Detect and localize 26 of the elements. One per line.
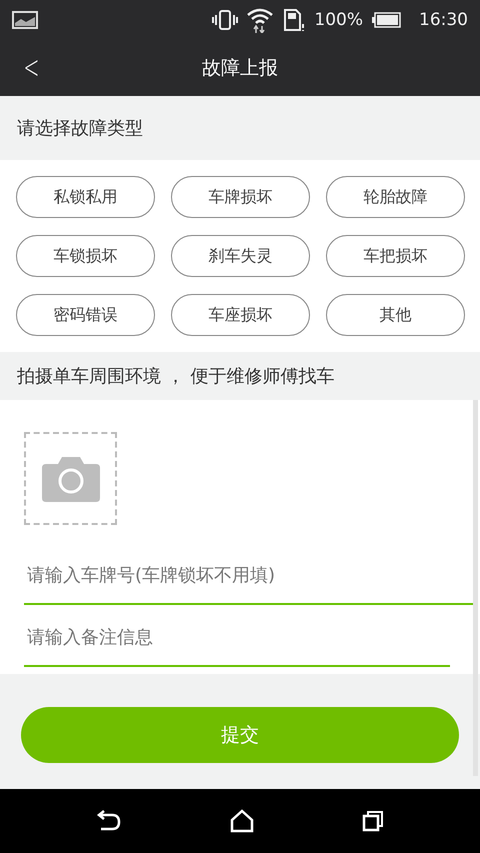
home-nav-icon[interactable]	[230, 809, 254, 833]
wifi-icon	[246, 7, 274, 33]
camera-icon	[42, 456, 100, 502]
fault-type-option[interactable]: 车牌损坏	[171, 176, 310, 218]
recent-apps-icon[interactable]	[362, 810, 384, 832]
section-heading: 拍摄单车周围环境 ， 便于维修师傅找车	[17, 365, 334, 388]
fault-type-option[interactable]: 其他	[326, 294, 465, 336]
fault-type-option[interactable]: 私锁私用	[16, 176, 155, 218]
battery-icon	[371, 12, 401, 28]
page-title: 故障上报	[202, 56, 278, 81]
fault-type-option[interactable]: 密码错误	[16, 294, 155, 336]
plate-number-field[interactable]: 请输入车牌号(车牌锁坏不用填)	[24, 547, 474, 605]
fault-type-option[interactable]: 轮胎故障	[326, 176, 465, 218]
section-heading: 请选择故障类型	[17, 117, 143, 140]
remark-field[interactable]: 请输入备注信息	[24, 609, 450, 667]
gallery-icon	[12, 11, 38, 29]
back-button[interactable]: <	[20, 48, 44, 86]
fault-type-option[interactable]: 车锁损坏	[16, 235, 155, 277]
sim-icon	[282, 8, 306, 32]
battery-percent: 100%	[314, 10, 363, 30]
vibrate-icon	[212, 9, 238, 31]
fault-type-option[interactable]: 刹车失灵	[171, 235, 310, 277]
clock-time: 16:30	[419, 10, 468, 30]
fault-type-option[interactable]: 车座损坏	[171, 294, 310, 336]
fault-type-option[interactable]: 车把损坏	[326, 235, 465, 277]
back-nav-icon[interactable]	[96, 810, 122, 832]
